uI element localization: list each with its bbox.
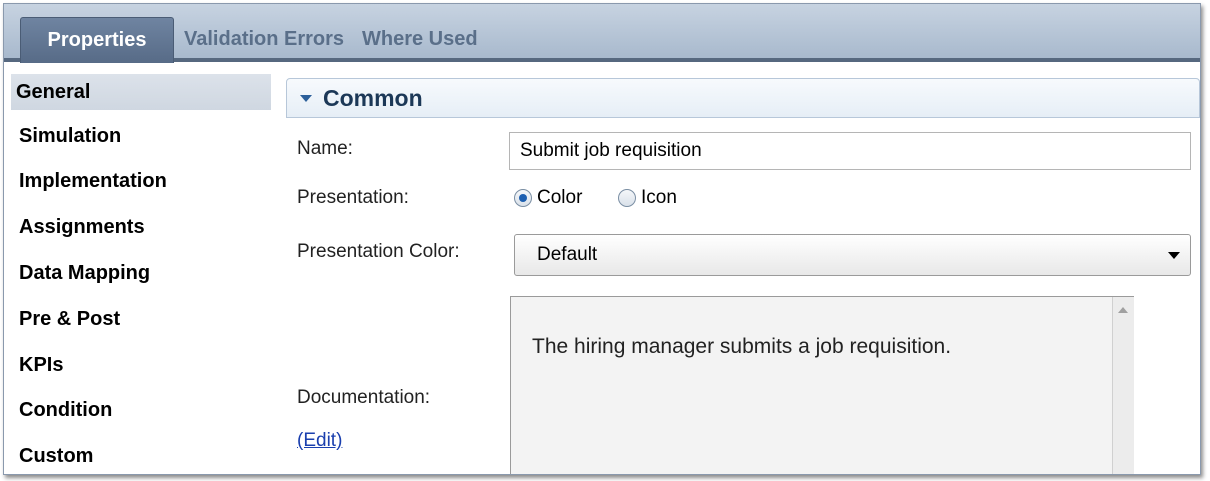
- documentation-label: Documentation:: [297, 387, 431, 408]
- presentation-color-select[interactable]: Default: [514, 234, 1191, 276]
- sidebar-item-pre-post[interactable]: Pre & Post: [14, 301, 274, 337]
- section-header-common[interactable]: Common: [286, 78, 1200, 118]
- tab-where-used[interactable]: Where Used: [362, 17, 478, 62]
- documentation-edit-link[interactable]: (Edit): [297, 430, 342, 452]
- tab-bar: Properties Validation Errors Where Used: [4, 4, 1200, 63]
- presentation-label: Presentation:: [297, 187, 409, 208]
- documentation-area[interactable]: The hiring manager submits a job requisi…: [510, 296, 1134, 474]
- sidebar: General Simulation Implementation Assign…: [4, 66, 272, 474]
- name-field[interactable]: Submit job requisition: [509, 132, 1191, 170]
- documentation-text: The hiring manager submits a job requisi…: [532, 335, 952, 358]
- dropdown-arrow-icon[interactable]: [1168, 252, 1180, 259]
- scroll-up-icon[interactable]: [1118, 307, 1128, 313]
- section-title: Common: [323, 85, 423, 111]
- tab-properties[interactable]: Properties: [20, 17, 174, 63]
- sidebar-item-custom[interactable]: Custom: [14, 438, 274, 474]
- color-radio[interactable]: [514, 189, 532, 207]
- sidebar-item-implementation[interactable]: Implementation: [14, 163, 274, 199]
- color-radio-label[interactable]: Color: [537, 187, 582, 209]
- name-label: Name:: [297, 138, 353, 159]
- sidebar-item-data-mapping[interactable]: Data Mapping: [14, 255, 274, 291]
- sidebar-item-assignments[interactable]: Assignments: [14, 209, 274, 245]
- sidebar-item-simulation[interactable]: Simulation: [14, 118, 274, 154]
- icon-radio-label[interactable]: Icon: [641, 187, 677, 209]
- documentation-scrollbar[interactable]: [1112, 297, 1134, 474]
- presentation-color-label: Presentation Color:: [297, 241, 460, 262]
- sidebar-item-condition[interactable]: Condition: [14, 392, 274, 428]
- icon-radio[interactable]: [618, 189, 636, 207]
- twisty-collapse-icon[interactable]: [300, 95, 312, 102]
- tab-validation-errors[interactable]: Validation Errors: [184, 17, 344, 62]
- presentation-color-value: Default: [537, 244, 598, 265]
- properties-panel: Properties Validation Errors Where Used …: [3, 3, 1201, 475]
- sidebar-item-kpis[interactable]: KPIs: [14, 347, 274, 383]
- sidebar-item-general[interactable]: General: [11, 74, 271, 110]
